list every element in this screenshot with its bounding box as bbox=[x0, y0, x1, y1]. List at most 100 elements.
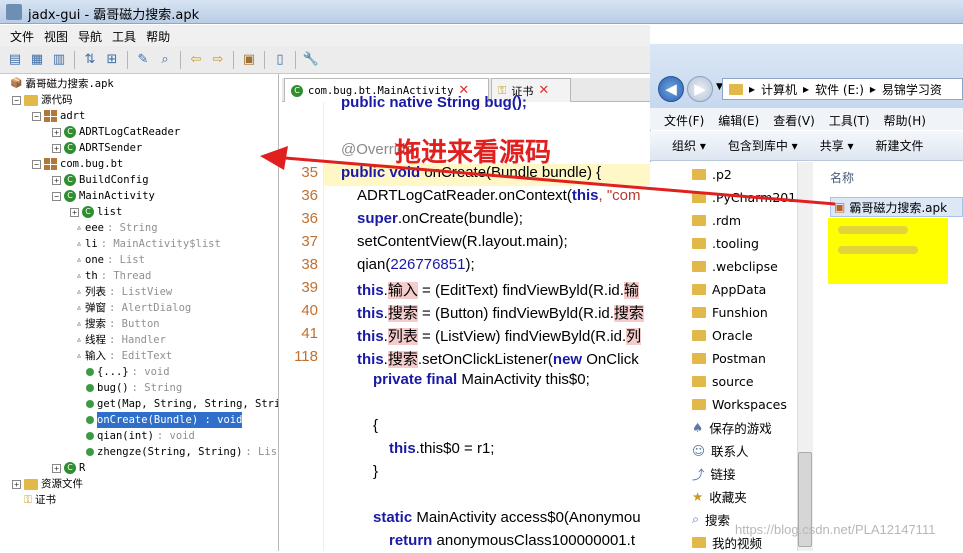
menu-file[interactable]: 文件(F) bbox=[664, 112, 704, 128]
tree-class[interactable]: − C MainActivity bbox=[52, 188, 155, 204]
save-all-icon[interactable]: ▦ bbox=[28, 51, 46, 69]
menu-view[interactable]: 查看(V) bbox=[773, 112, 815, 128]
code-line: public native String bug(); bbox=[341, 94, 527, 111]
nav-folder[interactable]: ♠ 保存的游戏 bbox=[692, 416, 772, 438]
menu-help[interactable]: 帮助(H) bbox=[884, 112, 926, 128]
menu-file[interactable]: 文件 bbox=[10, 28, 34, 44]
tree-class[interactable]: + C ADRTLogCatReader bbox=[52, 124, 180, 140]
tree-field[interactable]: ▵ 弹窗 : AlertDialog bbox=[76, 300, 191, 316]
log-icon[interactable]: ▯ bbox=[271, 51, 289, 69]
tree-inner-class[interactable]: + Clist bbox=[70, 204, 122, 220]
nav-folder[interactable]: Oracle bbox=[692, 324, 753, 346]
tree-field[interactable]: ▵ li : MainActivity$list bbox=[76, 236, 221, 252]
forward-button[interactable]: ▶ bbox=[687, 76, 713, 102]
expand-icon[interactable]: + bbox=[52, 175, 61, 185]
sync-icon[interactable]: ⇅ bbox=[81, 51, 99, 69]
menu-navigate[interactable]: 导航 bbox=[78, 28, 102, 44]
new-folder-button[interactable]: 新建文件 bbox=[876, 137, 924, 154]
class-icon: C bbox=[64, 142, 76, 154]
link-icon: ⤴ bbox=[692, 466, 705, 482]
nav-folder[interactable]: source bbox=[692, 370, 754, 392]
tree-class[interactable]: + C R bbox=[52, 460, 85, 476]
flatten-icon[interactable]: ⊞ bbox=[103, 51, 121, 69]
class-icon: C bbox=[291, 84, 303, 97]
breadcrumb[interactable]: 软件 (E:) bbox=[815, 81, 864, 98]
breadcrumb[interactable]: 计算机 bbox=[761, 81, 797, 98]
nav-folder[interactable]: ⤴ 链接 bbox=[692, 462, 736, 484]
tree-source[interactable]: − 源代码 bbox=[12, 92, 73, 108]
collapse-icon[interactable]: − bbox=[32, 159, 41, 169]
menu-tools[interactable]: 工具(T) bbox=[829, 112, 870, 128]
tree-class[interactable]: + C ADRTSender bbox=[52, 140, 142, 156]
open-icon[interactable]: ▤ bbox=[6, 51, 24, 69]
expand-icon[interactable]: + bbox=[70, 207, 79, 217]
back-button[interactable]: ◀ bbox=[658, 76, 684, 102]
breadcrumb[interactable]: 易锦学习资 bbox=[882, 81, 942, 98]
tree-resources[interactable]: + 资源文件 bbox=[12, 476, 83, 492]
nav-folder[interactable]: Funshion bbox=[692, 301, 768, 323]
annotation-text: 拖进来看源码 bbox=[395, 138, 552, 168]
tree-cert[interactable]: ⚿ 证书 bbox=[24, 492, 56, 508]
tree-method[interactable]: zhengze(String, String) : Lis bbox=[86, 444, 277, 460]
nav-folder[interactable]: AppData bbox=[692, 278, 766, 300]
nav-folder[interactable]: .webclipse bbox=[692, 255, 778, 277]
code-line: this.this$0 = r1; bbox=[389, 440, 495, 457]
class-icon: C bbox=[82, 206, 94, 218]
tree-root[interactable]: 📦 霸哥磁力搜索.apk bbox=[10, 76, 114, 92]
project-tree[interactable]: 📦 霸哥磁力搜索.apk − 源代码 − adrt + C ADRTLogCatReade… bbox=[0, 74, 279, 551]
wand-icon[interactable]: ✎ bbox=[134, 51, 152, 69]
nav-folder[interactable]: ⌕ 搜索 bbox=[692, 508, 730, 530]
folder-icon bbox=[692, 536, 706, 548]
tree-method[interactable]: {...} : void bbox=[86, 364, 170, 380]
method-icon bbox=[86, 400, 94, 408]
package-icon bbox=[44, 110, 57, 122]
deobf-icon[interactable]: ▣ bbox=[240, 51, 258, 69]
tree-field[interactable]: ▵ 搜索 : Button bbox=[76, 316, 160, 332]
tree-method[interactable]: get(Map, String, String, Stri bbox=[86, 396, 278, 412]
tree-method[interactable]: bug() : String bbox=[86, 380, 182, 396]
nav-folder[interactable]: ☺ 联系人 bbox=[692, 439, 749, 461]
favorites-icon: ★ bbox=[692, 488, 704, 504]
menu-edit[interactable]: 编辑(E) bbox=[718, 112, 759, 128]
tree-field[interactable]: ▵ eee : String bbox=[76, 220, 158, 236]
code-line: static MainActivity access$0(Anonymou bbox=[373, 509, 641, 526]
nav-folder[interactable]: Workspaces bbox=[692, 393, 787, 415]
nav-folder[interactable]: Postman bbox=[692, 347, 766, 369]
menu-view[interactable]: 视图 bbox=[44, 28, 68, 44]
forward-icon[interactable]: ⇨ bbox=[209, 51, 227, 69]
expand-icon[interactable]: + bbox=[52, 127, 61, 137]
tree-method[interactable]: qian(int) : void bbox=[86, 428, 195, 444]
tree-field[interactable]: ▵ 线程 : Handler bbox=[76, 332, 166, 348]
tree-method-selected[interactable]: onCreate(Bundle) : void bbox=[86, 412, 243, 428]
prefs-icon[interactable]: 🔧 bbox=[302, 51, 320, 69]
collapse-icon[interactable]: − bbox=[12, 95, 21, 105]
tree-field[interactable]: ▵ th : Thread bbox=[76, 268, 151, 284]
menu-tools[interactable]: 工具 bbox=[112, 28, 136, 44]
tree-field[interactable]: ▵ one : List bbox=[76, 252, 145, 268]
code-line: qian(226776851); bbox=[357, 256, 475, 273]
code-line: this.输入 = (EditText) findViewByld(R.id.输 bbox=[357, 282, 639, 299]
tree-field[interactable]: ▵ 输入 : EditText bbox=[76, 348, 172, 364]
tree-pkg-adrt[interactable]: − adrt bbox=[32, 108, 85, 124]
tree-class[interactable]: + C BuildConfig bbox=[52, 172, 149, 188]
code-line: this.搜索.setOnClickListener(new OnClick bbox=[357, 351, 639, 368]
search-icon[interactable]: ⌕ bbox=[156, 51, 174, 69]
expand-icon[interactable]: + bbox=[52, 463, 61, 473]
class-icon: C bbox=[64, 190, 76, 202]
back-icon[interactable]: ⇦ bbox=[187, 51, 205, 69]
export-icon[interactable]: ▥ bbox=[50, 51, 68, 69]
nav-folder[interactable]: .tooling bbox=[692, 232, 759, 254]
tree-pkg-bug[interactable]: − com.bug.bt bbox=[32, 156, 123, 172]
expand-icon[interactable]: + bbox=[52, 143, 61, 153]
window-title: jadx-gui - 霸哥磁力搜索.apk bbox=[28, 8, 200, 23]
close-icon[interactable]: ✕ bbox=[538, 83, 549, 98]
watermark: https://blog.csdn.net/PLA12147111 bbox=[735, 522, 936, 537]
collapse-icon[interactable]: − bbox=[32, 111, 41, 121]
nav-folder[interactable]: ★ 收藏夹 bbox=[692, 485, 747, 507]
address-bar[interactable]: ▸ 计算机 ▸ 软件 (E:) ▸ 易锦学习资 bbox=[722, 78, 963, 100]
code-line: return anonymousClass100000001.t bbox=[389, 532, 635, 549]
tree-field[interactable]: ▵ 列表 : ListView bbox=[76, 284, 172, 300]
expand-icon[interactable]: + bbox=[12, 479, 21, 489]
menu-help[interactable]: 帮助 bbox=[146, 28, 170, 44]
collapse-icon[interactable]: − bbox=[52, 191, 61, 201]
